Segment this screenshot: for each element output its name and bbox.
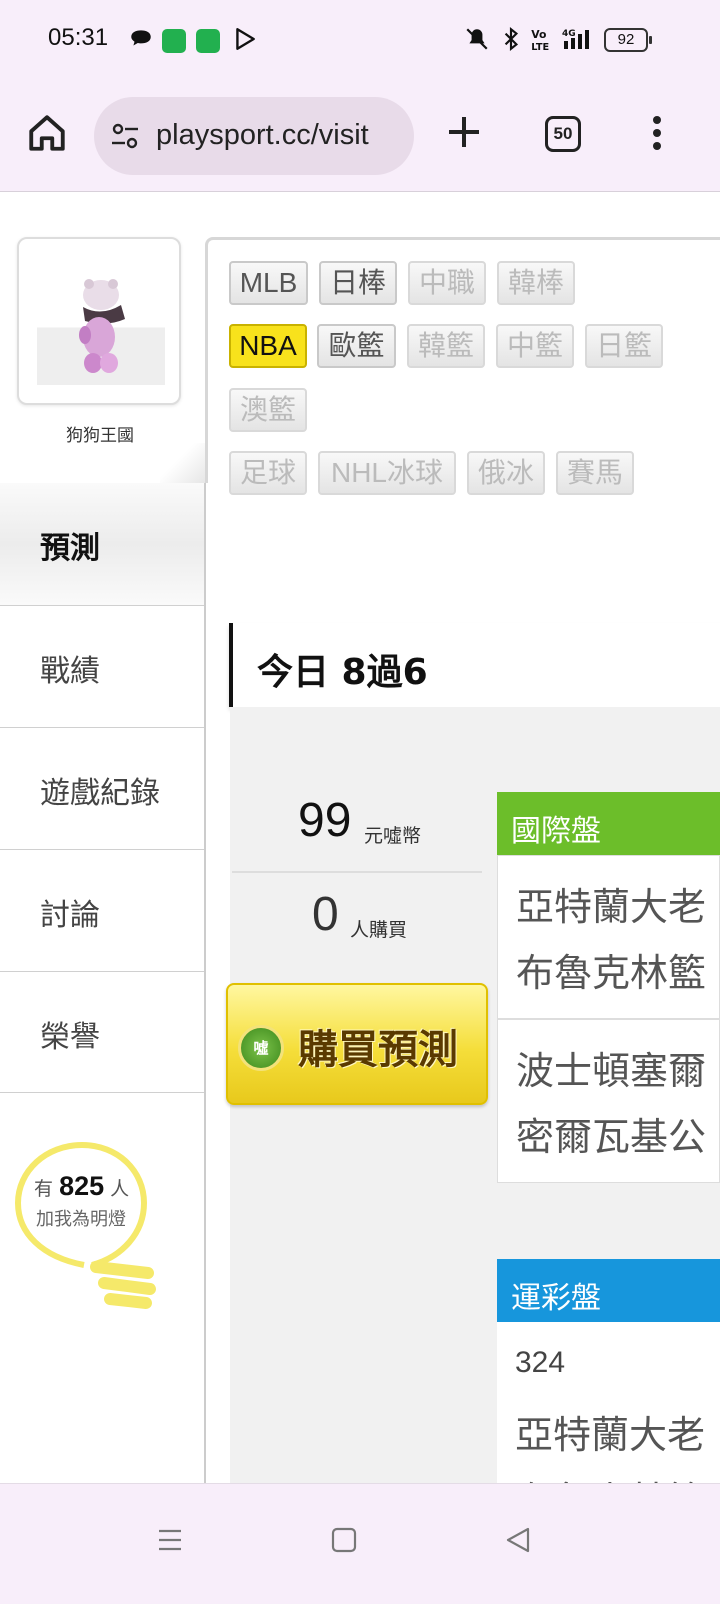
battery-icon: 92 [604, 28, 652, 52]
home-icon[interactable] [26, 112, 68, 154]
fans-label: 加我為明燈 [36, 1209, 126, 1230]
url-text[interactable]: playsport.cc/visit [156, 119, 369, 152]
nav-item-discussion[interactable]: 討論 [0, 849, 205, 971]
team-name: 波士頓塞爾 [516, 1049, 707, 1093]
buyer-count: 0 [312, 888, 339, 941]
tag-cpbl: 中職 [408, 261, 486, 305]
lottery-odds-title: 運彩盤 [511, 1281, 601, 1316]
today-record: 今日 8過6 [257, 652, 428, 693]
today-record-bar: 今日 8過6 [229, 623, 720, 707]
divider [232, 871, 482, 873]
status-bar: 05:31 Vo LTE 4G 92 [0, 0, 720, 82]
site-settings-icon[interactable] [110, 122, 140, 150]
team-name: 亞特蘭大老 [515, 1413, 706, 1457]
avatar-image [37, 257, 165, 385]
signal-4g-icon: 4G [562, 29, 589, 49]
figurine-image [79, 279, 125, 373]
more-options-icon[interactable] [650, 116, 664, 156]
column-divider [204, 483, 206, 1483]
nav-item-label: 戰績 [40, 654, 100, 689]
svg-text:4G: 4G [562, 29, 576, 39]
team-name: 密爾瓦基公 [516, 1115, 707, 1159]
play-store-icon [236, 28, 255, 50]
match-card[interactable]: 亞特蘭大老 布魯克林籃 [497, 855, 720, 1019]
back-icon[interactable] [504, 1526, 532, 1554]
tag-china-basketball: 中籃 [496, 324, 574, 368]
nav-item-record[interactable]: 戰績 [0, 605, 205, 727]
nav-item-label: 預測 [40, 531, 100, 566]
tag-npb[interactable]: 日棒 [319, 261, 397, 305]
svg-text:Vo: Vo [531, 28, 546, 41]
tag-australia-basketball: 澳籃 [229, 388, 307, 432]
match-card[interactable]: 波士頓塞爾 密爾瓦基公 [497, 1019, 720, 1183]
team-name: 布魯克林籃 [516, 951, 707, 995]
coin-icon: 噓 [238, 1025, 284, 1071]
nav-item-honors[interactable]: 榮譽 [0, 971, 205, 1093]
lottery-odds-header: 運彩盤 [497, 1259, 720, 1322]
price-unit: 元噓幣 [364, 825, 422, 847]
fans-count: 825 [59, 1171, 105, 1201]
prediction-price: 99 [298, 794, 352, 847]
buy-prediction-button[interactable]: 噓 購買預測 [226, 983, 488, 1105]
tab-switcher-button[interactable]: 50 [545, 116, 581, 152]
team-name: 亞特蘭大老 [516, 885, 707, 929]
side-nav: 預測 戰績 遊戲紀錄 討論 榮譽 [0, 483, 205, 1093]
nav-item-label: 榮譽 [40, 1020, 100, 1055]
tag-mlb[interactable]: MLB [229, 261, 308, 305]
web-page: 狗狗王國 預測 戰績 遊戲紀錄 討論 榮譽 有 825 人 加我為明燈 MLB … [0, 193, 720, 1483]
buy-prediction-label: 購買預測 [298, 1027, 458, 1073]
mute-icon [466, 28, 488, 50]
tag-nba[interactable]: NBA [229, 324, 307, 368]
address-bar[interactable]: playsport.cc/visit [94, 97, 414, 175]
tag-nhl: NHL冰球 [318, 451, 456, 495]
app-icon [162, 29, 186, 53]
new-tab-icon[interactable] [444, 112, 484, 152]
fans-prefix: 有 [34, 1178, 54, 1200]
bluetooth-icon [504, 26, 519, 52]
international-odds-header: 國際盤 [497, 792, 720, 855]
lottery-match-card[interactable]: 324 亞特蘭大老 布魯克林籃 [497, 1322, 720, 1483]
tag-kbo: 韓棒 [497, 261, 575, 305]
buyer-unit: 人購買 [350, 919, 408, 941]
fans-count-line: 有 825 人 [34, 1171, 129, 1202]
international-odds-title: 國際盤 [511, 814, 601, 849]
tag-japan-basketball: 日籃 [585, 324, 663, 368]
nav-item-game-log[interactable]: 遊戲紀錄 [0, 727, 205, 849]
fans-suffix: 人 [110, 1178, 130, 1200]
volte-icon: VoLTE [531, 28, 549, 52]
game-number: 324 [515, 1346, 566, 1379]
tag-korea-basketball: 韓籃 [407, 324, 485, 368]
status-time: 05:31 [48, 24, 109, 51]
tag-euro-basketball[interactable]: 歐籃 [317, 324, 396, 368]
divider-shadow [160, 443, 205, 483]
tag-soccer: 足球 [229, 451, 307, 495]
tag-khl: 俄冰 [467, 451, 545, 495]
chat-icon [131, 30, 151, 46]
avatar[interactable] [17, 237, 181, 405]
browser-toolbar: playsport.cc/visit 50 [0, 82, 720, 192]
recent-apps-icon[interactable] [156, 1526, 184, 1554]
home-nav-icon[interactable] [330, 1526, 358, 1554]
svg-text:LTE: LTE [531, 42, 549, 52]
app-icon [196, 29, 220, 53]
nav-item-label: 討論 [40, 898, 100, 933]
team-name: 布魯克林籃 [515, 1470, 705, 1483]
nav-item-label: 遊戲紀錄 [40, 776, 160, 811]
nav-item-predictions[interactable]: 預測 [0, 483, 205, 605]
tag-horse-racing: 賽馬 [556, 451, 634, 495]
system-nav-bar [0, 1483, 720, 1604]
